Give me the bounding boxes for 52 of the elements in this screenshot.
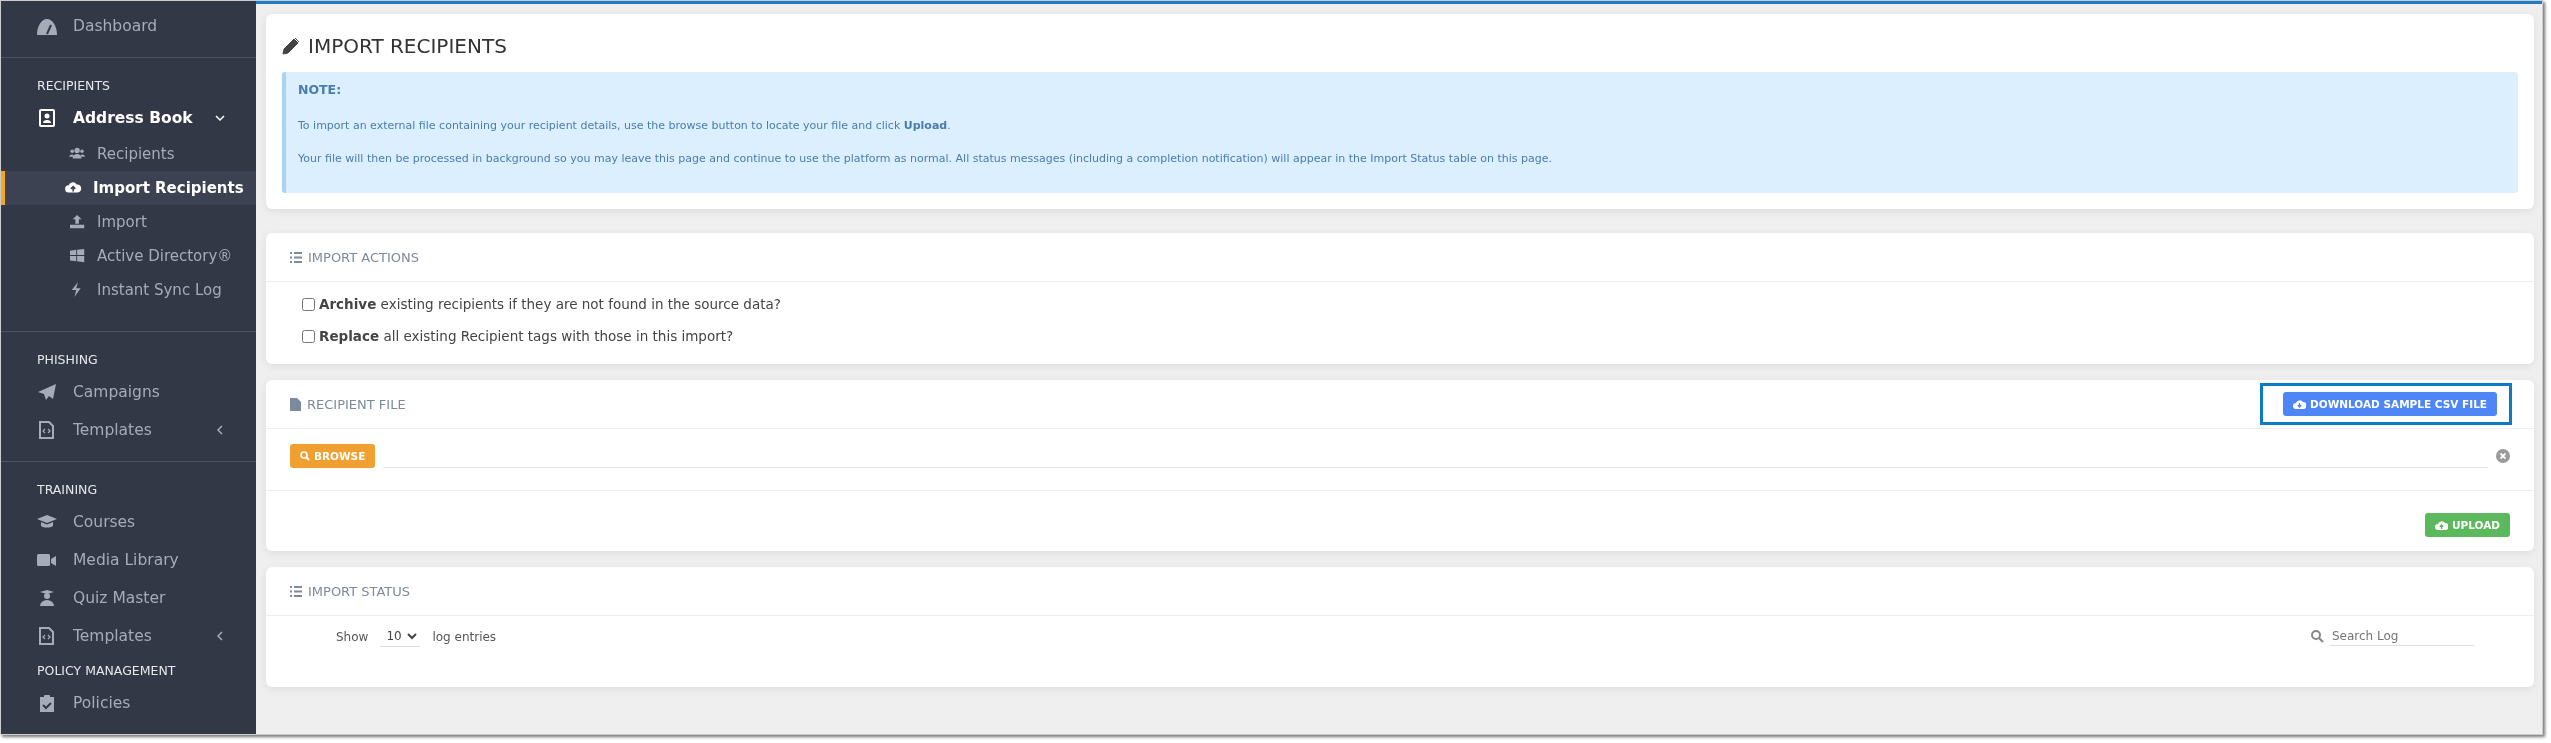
sidebar-item[interactable]: Media Library: [1, 541, 256, 579]
note-text: Your file will then be processed in background so you may leave this page and continue to use the platform as normal. All status messages (including a completion notification) will appear in the Import Status table on this page.: [298, 152, 1553, 165]
section-heading: TRAINING: [36, 481, 99, 499]
option-label: Replace all existing Recipient tags with those in this import?: [319, 328, 734, 344]
note-heading: NOTE:: [298, 82, 343, 97]
windows-logo-icon: [69, 248, 87, 264]
code-file-icon: [37, 421, 57, 439]
sidebar-item[interactable]: Dashboard: [1, 7, 256, 45]
sidebar-item[interactable]: Templates: [1, 617, 256, 655]
file-icon: [290, 397, 301, 411]
clear-icon[interactable]: [2496, 448, 2510, 463]
sidebar-subitem[interactable]: Import Recipients: [1, 171, 256, 205]
sidebar-item[interactable]: Courses: [1, 503, 256, 541]
sidebar-subitem[interactable]: Active Directory®: [1, 239, 256, 273]
option-label: Archive existing recipients if they are not found in the source data?: [319, 296, 781, 312]
list-icon: [290, 585, 302, 597]
card-title: RECIPIENT FILE: [307, 396, 406, 412]
search-icon: [300, 450, 310, 461]
address-book-icon: [37, 109, 57, 127]
page-title: IMPORT RECIPIENTS: [308, 34, 507, 58]
video-camera-icon: [37, 551, 57, 569]
clipboard-check-icon: [37, 694, 57, 712]
cloud-upload-icon: [2434, 519, 2448, 531]
sidebar-item[interactable]: Address Book: [1, 99, 256, 137]
sidebar-subitem[interactable]: Import: [1, 205, 256, 239]
sidebar-subitem[interactable]: Instant Sync Log: [1, 273, 256, 307]
list-icon: [290, 251, 302, 263]
section-heading: POLICY MANAGEMENT: [36, 662, 177, 680]
sidebar-item[interactable]: Campaigns: [1, 373, 256, 411]
pencil-icon: [282, 37, 300, 55]
search-field[interactable]: Search Log: [2330, 627, 2474, 646]
section-heading: RECIPIENTS: [36, 77, 112, 95]
download-sample-button[interactable]: DOWNLOAD SAMPLE CSV FILE: [2283, 392, 2497, 416]
sidebar-item[interactable]: Templates: [1, 411, 256, 449]
note-text: To import an external file containing your recipient details, use the browse button to locate your file and click Upload.: [298, 119, 952, 132]
sidebar-item[interactable]: Quiz Master: [1, 579, 256, 617]
show-label: Show: [336, 629, 369, 644]
paper-plane-icon: [37, 383, 57, 401]
card-title: IMPORT ACTIONS: [308, 249, 419, 265]
sidebar-subitem[interactable]: Recipients: [1, 137, 256, 171]
section-heading: PHISHING: [36, 351, 99, 369]
upload-icon: [69, 214, 87, 230]
search-icon: [2311, 630, 2324, 643]
sidebar-item[interactable]: Policies: [1, 684, 256, 722]
cloud-download-icon: [2293, 398, 2306, 410]
gauge-icon: [37, 17, 57, 35]
checkbox[interactable]: [302, 297, 315, 311]
checkbox[interactable]: [302, 329, 315, 343]
graduate-icon: [37, 589, 57, 607]
code-file-icon: [37, 627, 57, 645]
entries-label: log entries: [432, 629, 497, 644]
card-title: IMPORT STATUS: [308, 583, 411, 599]
